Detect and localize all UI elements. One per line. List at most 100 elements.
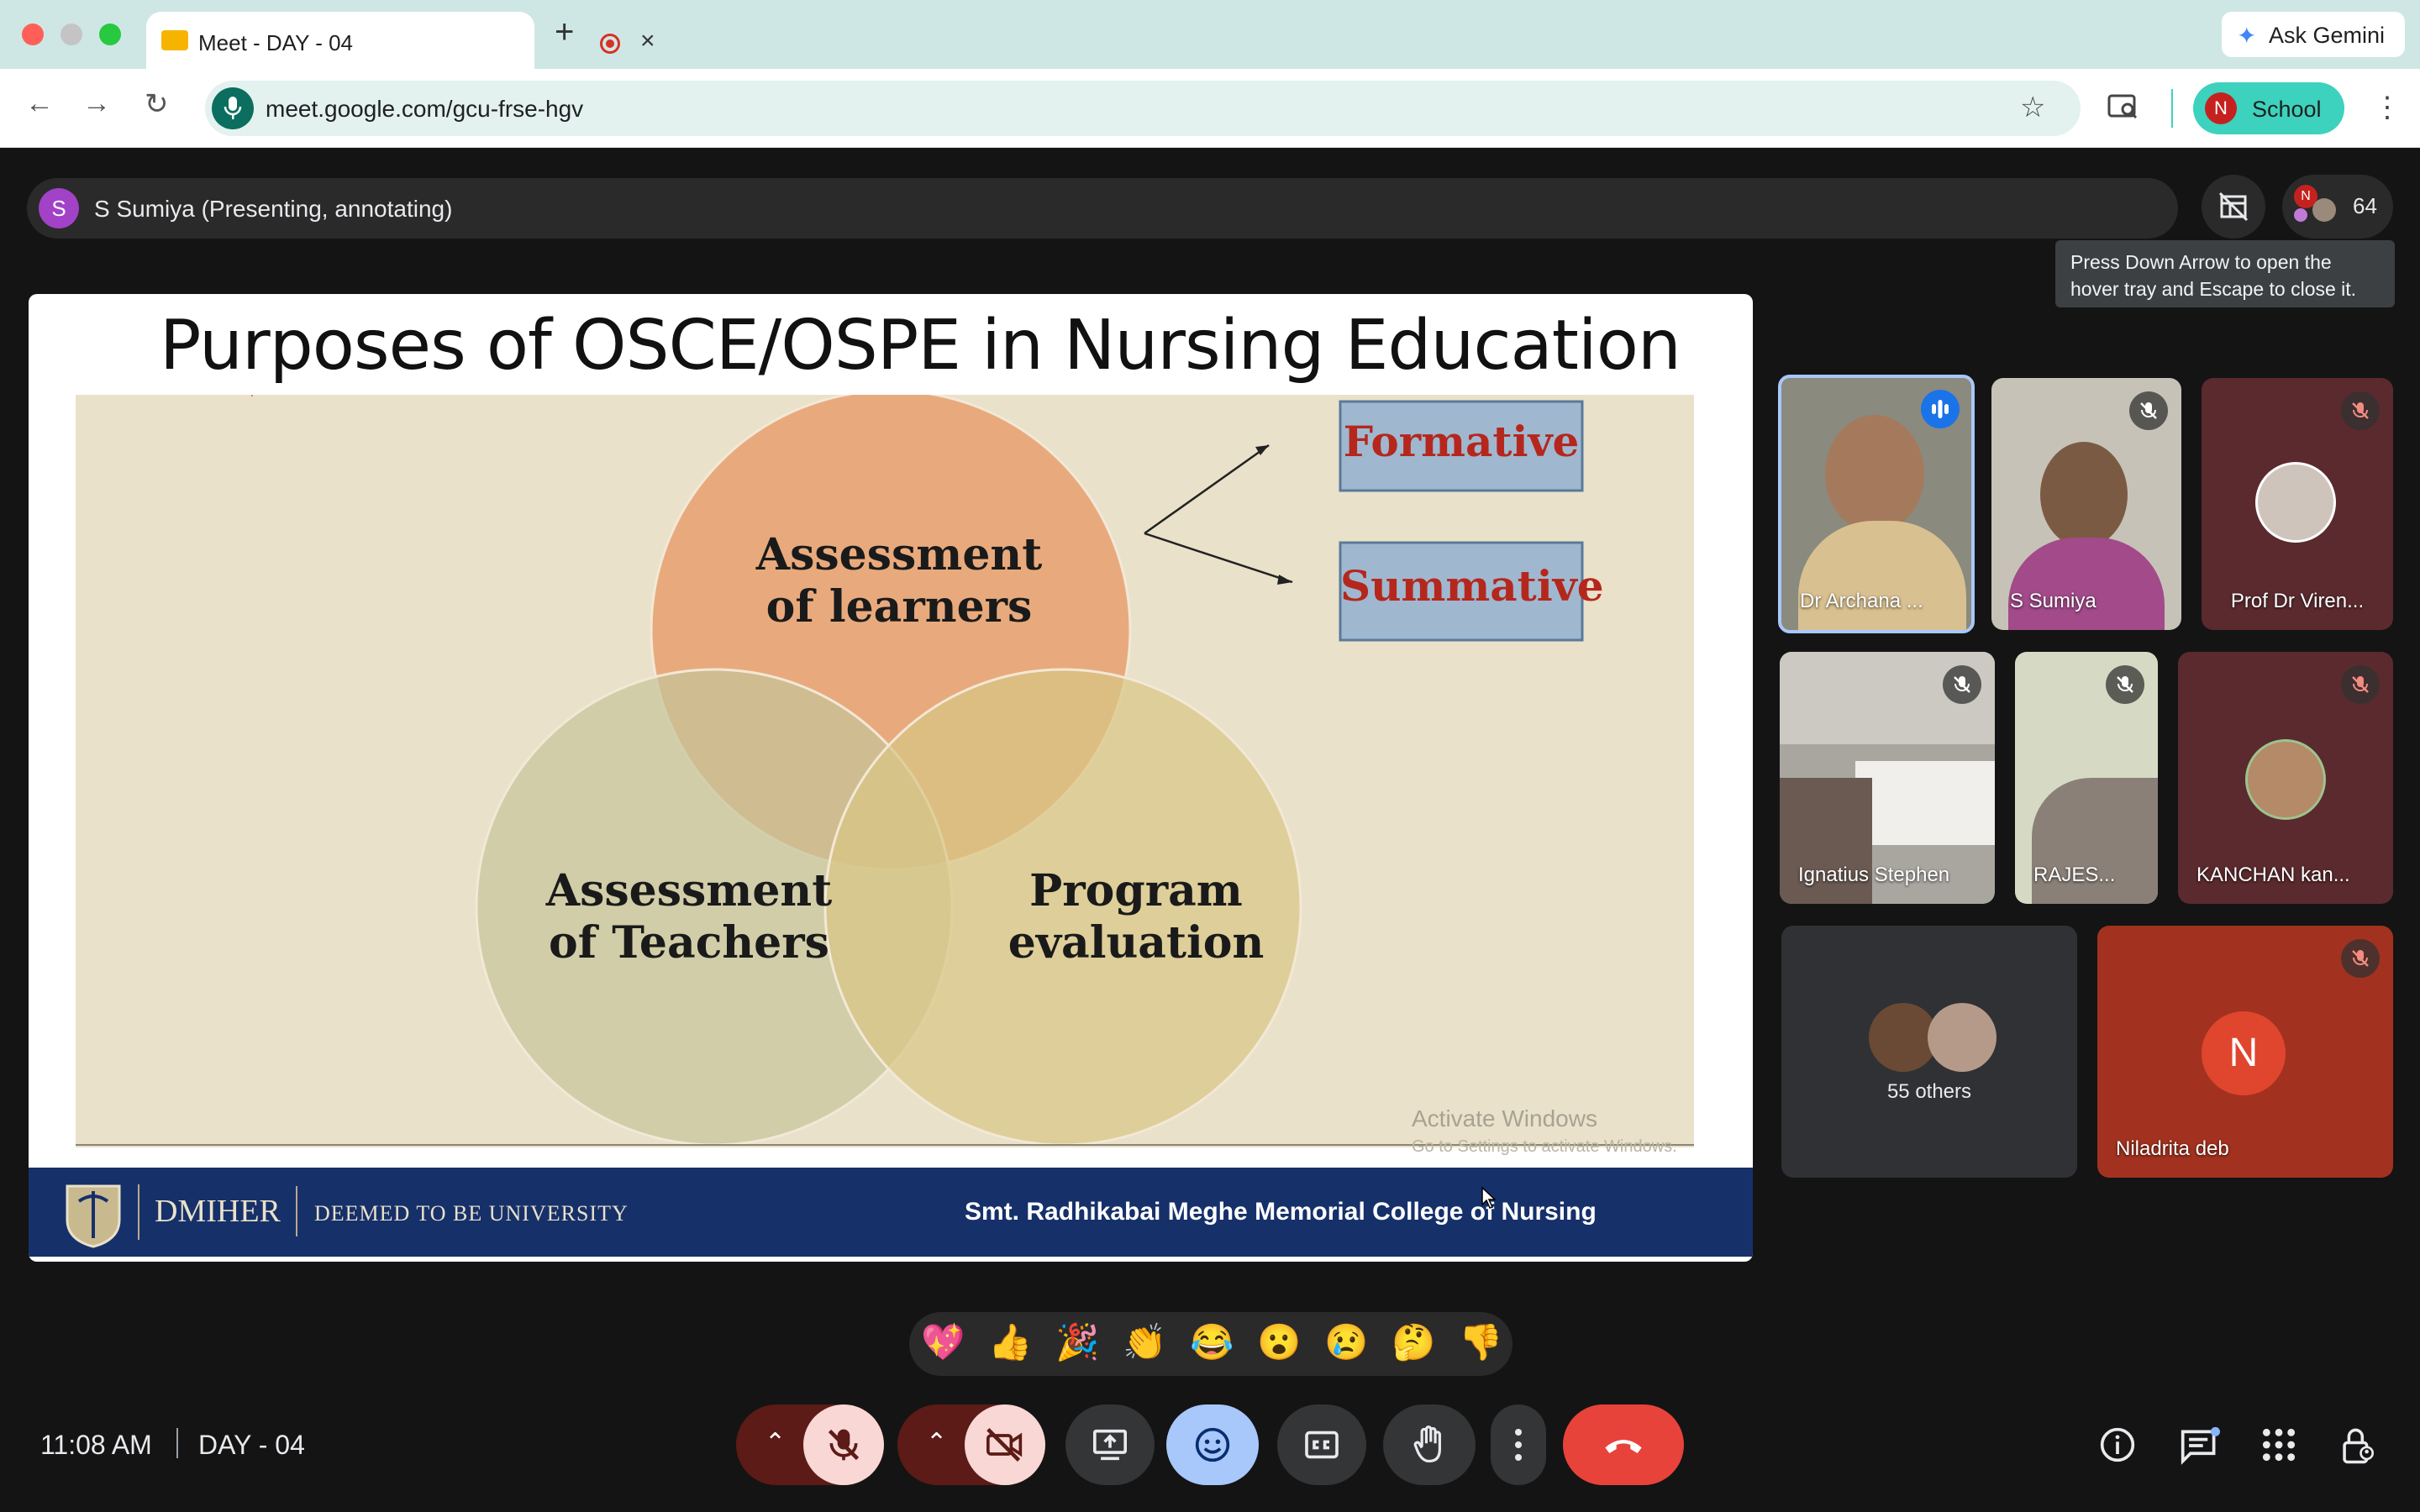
microphone-site-icon[interactable]	[212, 87, 254, 129]
captions-button[interactable]	[1277, 1404, 1366, 1485]
url-text: meet.google.com/gcu-frse-hgv	[266, 96, 584, 122]
raise-hand-button[interactable]	[1383, 1404, 1476, 1485]
address-bar[interactable]: meet.google.com/gcu-frse-hgv ☆	[205, 81, 2081, 136]
circle-teachers-line1: Assessment	[545, 865, 833, 916]
participant-tile-kanchan[interactable]: KANCHAN kan...	[2178, 652, 2393, 904]
participant-tile-niladrita[interactable]: N Niladrita deb	[2097, 926, 2393, 1178]
footer-separator	[296, 1186, 297, 1236]
layout-off-icon	[2218, 192, 2249, 222]
window-minimize-button[interactable]	[60, 24, 82, 45]
tab-title: Meet - DAY - 04	[198, 30, 353, 55]
presenter-avatar: S	[39, 188, 79, 228]
tab-meet[interactable]: Meet - DAY - 04 ×	[146, 12, 655, 69]
summative-label: Summative	[1340, 561, 1604, 611]
circle-label-teachers: Assessment of Teachers	[521, 865, 857, 969]
chat-button[interactable]	[2180, 1426, 2220, 1469]
reactions-toggle-button[interactable]	[1166, 1404, 1259, 1485]
camera-options-chevron-icon[interactable]: ⌃	[926, 1428, 947, 1457]
reaction-party-popper[interactable]: 🎉	[1055, 1322, 1099, 1363]
reaction-thumbs-down[interactable]: 👎	[1459, 1322, 1502, 1363]
reload-icon[interactable]: ↻	[145, 87, 169, 121]
leave-call-button[interactable]	[1563, 1404, 1684, 1485]
browser-toolbar: ← → ↻ meet.google.com/gcu-frse-hgv ☆	[0, 69, 2420, 148]
window-close-button[interactable]	[22, 24, 44, 45]
participant-video-face	[1825, 415, 1924, 533]
participant-name: KANCHAN kan...	[2196, 864, 2350, 886]
muted-mic-icon	[2341, 939, 2380, 978]
participant-name: Ignatius Stephen	[1798, 864, 1950, 886]
window-zoom-button[interactable]	[99, 24, 121, 45]
participant-tile-ignatius[interactable]: Ignatius Stephen	[1780, 652, 1995, 904]
presenter-bar[interactable]: S S Sumiya (Presenting, annotating)	[27, 178, 2178, 239]
present-screen-icon	[1093, 1429, 1127, 1461]
forward-arrow-icon[interactable]: →	[82, 87, 111, 120]
participant-tile-rajes[interactable]: RAJES...	[2015, 652, 2158, 904]
gemini-spark-icon: ✦	[2237, 23, 2257, 49]
meeting-details-button[interactable]	[2099, 1426, 2136, 1467]
circle-label-program: Program evaluation	[968, 865, 1304, 969]
camera-off-icon	[986, 1428, 1023, 1462]
participant-name: Niladrita deb	[2116, 1137, 2229, 1160]
reactions-bar: 💖 👍 🎉 👏 😂 😮 😢 🤔 👎	[909, 1312, 1512, 1376]
footer-college-name: Smt. Radhikabai Meghe Memorial College o…	[965, 1198, 1597, 1226]
mic-control-group: ⌃	[736, 1404, 884, 1485]
reaction-crying[interactable]: 😢	[1324, 1322, 1368, 1363]
activate-windows-watermark: Activate Windows	[1412, 1105, 1597, 1131]
bookmark-star-icon[interactable]: ☆	[2020, 91, 2045, 124]
tab-search-icon[interactable]	[2107, 92, 2139, 129]
participant-video-face	[2040, 442, 2128, 548]
raise-hand-icon	[1413, 1425, 1441, 1463]
participant-video-table	[1855, 761, 1995, 845]
participant-count: 64	[2353, 193, 2377, 218]
back-arrow-icon[interactable]: ←	[25, 87, 54, 120]
venn-diagram	[251, 389, 1584, 1147]
participant-tile-sumiya[interactable]: S Sumiya	[1991, 378, 2181, 630]
profile-avatar: N	[2205, 92, 2237, 124]
participant-video-body	[1798, 521, 1966, 630]
participants-button[interactable]: N 64	[2282, 175, 2393, 239]
circle-learners-line2: of learners	[765, 581, 1033, 633]
present-screen-button[interactable]	[1065, 1404, 1155, 1485]
reaction-laughing[interactable]: 😂	[1190, 1322, 1234, 1363]
participant-mini-avatar	[2312, 198, 2336, 222]
more-options-button[interactable]	[1491, 1404, 1546, 1485]
muted-mic-icon	[2341, 391, 2380, 430]
meeting-clock: 11:08 AM	[40, 1430, 152, 1460]
reaction-surprised[interactable]: 😮	[1257, 1322, 1301, 1363]
mic-toggle-button[interactable]	[803, 1404, 884, 1485]
host-controls-button[interactable]	[2341, 1426, 2375, 1469]
university-crest-logo	[60, 1179, 126, 1248]
reaction-sparkling-heart[interactable]: 💖	[921, 1322, 965, 1363]
slide-footer-banner: DMIHER DEEMED TO BE UNIVERSITY Smt. Radh…	[29, 1168, 1753, 1257]
activities-button[interactable]	[2260, 1426, 2297, 1467]
ask-gemini-button[interactable]: ✦ Ask Gemini	[2222, 12, 2405, 57]
reaction-clapping[interactable]: 👏	[1123, 1322, 1166, 1363]
layout-off-button[interactable]	[2202, 175, 2265, 239]
participant-tile-others[interactable]: 55 others	[1781, 926, 2077, 1178]
meet-favicon-icon	[161, 30, 188, 50]
tab-close-icon[interactable]: ×	[640, 27, 655, 55]
profile-button[interactable]: N School	[2193, 82, 2344, 134]
camera-control-group: ⌃	[897, 1404, 1045, 1485]
participant-tile-viren[interactable]: Prof Dr Viren...	[2202, 378, 2393, 630]
footer-divider	[138, 1184, 139, 1240]
muted-mic-icon	[2129, 391, 2168, 430]
mic-options-chevron-icon[interactable]: ⌃	[765, 1428, 786, 1457]
camera-toggle-button[interactable]	[965, 1404, 1045, 1485]
recording-icon	[600, 34, 620, 54]
circle-learners-line1: Assessment	[755, 529, 1043, 580]
reaction-thumbs-up[interactable]: 👍	[988, 1322, 1032, 1363]
toolbar-divider	[2171, 89, 2173, 128]
participant-name: S Sumiya	[2010, 590, 2096, 612]
meeting-name: DAY - 04	[198, 1430, 305, 1460]
footer-tagline: DEEMED TO BE UNIVERSITY	[314, 1201, 629, 1226]
lock-person-icon	[2343, 1428, 2375, 1464]
slide-diagram-area: Assessment of learners Assessment of Tea…	[76, 389, 1694, 1147]
reaction-thinking[interactable]: 🤔	[1392, 1322, 1435, 1363]
participant-avatar-photo	[2245, 739, 2326, 820]
participant-name: Dr Archana ...	[1800, 590, 1923, 612]
chrome-menu-icon[interactable]: ⋮	[2373, 91, 2402, 124]
new-tab-button[interactable]: +	[555, 13, 574, 51]
apps-grid-icon	[2262, 1428, 2296, 1462]
participant-tile-archana[interactable]: Dr Archana ...	[1778, 375, 1975, 633]
